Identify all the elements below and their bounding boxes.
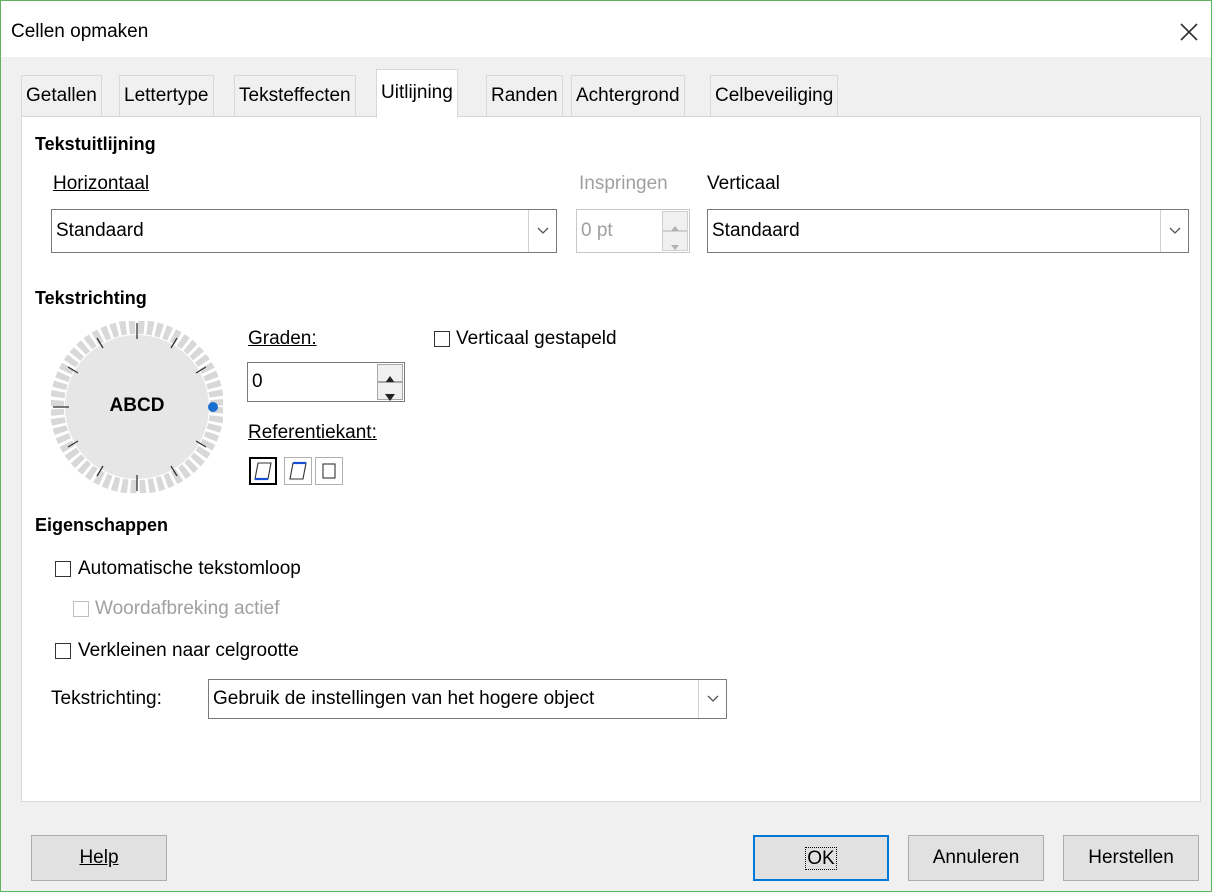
reset-button[interactable]: Herstellen (1063, 835, 1199, 881)
cancel-button[interactable]: Annuleren (908, 835, 1044, 881)
tab-lettertype[interactable]: Lettertype (119, 75, 214, 116)
horizontal-label: Horizontaal (53, 173, 150, 194)
spin-up-icon[interactable] (377, 364, 403, 383)
vertical-label: Verticaal (707, 173, 780, 194)
rotation-dial[interactable]: ABCD (50, 320, 224, 494)
help-button[interactable]: Help (31, 835, 167, 881)
vertical-dropdown[interactable]: Standaard (707, 209, 1189, 253)
reference-edge-top-icon (289, 461, 307, 480)
indent-label: Inspringen (579, 173, 668, 194)
dial-preview-text: ABCD (109, 395, 165, 416)
indent-spinbox[interactable]: 0 pt (576, 209, 690, 253)
properties-heading: Eigenschappen (35, 515, 169, 535)
wrap-text-checkbox[interactable] (55, 561, 71, 577)
indent-value: 0 pt (581, 220, 613, 241)
shrink-to-fit-label: Verkleinen naar celgrootte (78, 640, 299, 661)
format-cells-dialog: Cellen opmaken Getallen Lettertype Tekst… (0, 0, 1212, 892)
wrap-text-label: Automatische tekstomloop (78, 558, 301, 579)
horizontal-dropdown[interactable]: Standaard (51, 209, 557, 253)
horizontal-value: Standaard (56, 220, 144, 241)
shrink-to-fit-checkbox[interactable] (55, 643, 71, 659)
spin-up-icon[interactable] (662, 211, 688, 231)
degrees-label: Graden: (248, 328, 317, 349)
reference-edge-inside-icon (322, 463, 336, 479)
tab-uitlijning[interactable]: Uitlijning (376, 69, 458, 118)
reference-edge-label: Referentiekant: (248, 422, 377, 443)
indent-spin-buttons[interactable] (662, 211, 688, 251)
reference-edge-top-button[interactable] (284, 457, 312, 485)
title-bar: Cellen opmaken (1, 1, 1211, 57)
ok-button[interactable]: OK (753, 835, 889, 881)
chevron-down-icon[interactable] (698, 680, 726, 718)
text-direction-dropdown[interactable]: Gebruik de instellingen van het hogere o… (208, 679, 727, 719)
degrees-value: 0 (252, 371, 263, 392)
reference-edge-bottom-icon (254, 462, 272, 481)
tab-randen[interactable]: Randen (486, 75, 563, 116)
hyphenation-checkbox[interactable] (73, 601, 89, 617)
spin-down-icon[interactable] (377, 382, 403, 401)
text-alignment-heading: Tekstuitlijning (35, 134, 156, 154)
vertical-value: Standaard (712, 220, 800, 241)
reference-edge-bottom-button[interactable] (249, 457, 277, 485)
hyphenation-label: Woordafbreking actief (95, 598, 280, 619)
tab-celbeveiliging[interactable]: Celbeveiliging (710, 75, 839, 116)
dialog-title: Cellen opmaken (11, 21, 149, 42)
close-icon[interactable] (1173, 16, 1205, 48)
text-orientation-heading: Tekstrichting (35, 288, 147, 308)
reference-edge-inside-button[interactable] (315, 457, 343, 485)
vertically-stacked-label: Verticaal gestapeld (456, 328, 617, 349)
spin-down-icon[interactable] (662, 231, 688, 251)
text-direction-label: Tekstrichting: (51, 688, 162, 709)
text-direction-value: Gebruik de instellingen van het hogere o… (213, 688, 595, 709)
degrees-spin-buttons[interactable] (377, 364, 403, 401)
tab-getallen[interactable]: Getallen (21, 75, 102, 116)
vertically-stacked-checkbox[interactable] (434, 331, 450, 347)
chevron-down-icon[interactable] (528, 210, 556, 252)
degrees-spinbox[interactable]: 0 (247, 362, 405, 402)
tab-teksteffecten[interactable]: Teksteffecten (234, 75, 356, 116)
tab-achtergrond[interactable]: Achtergrond (571, 75, 685, 116)
chevron-down-icon[interactable] (1160, 210, 1188, 252)
